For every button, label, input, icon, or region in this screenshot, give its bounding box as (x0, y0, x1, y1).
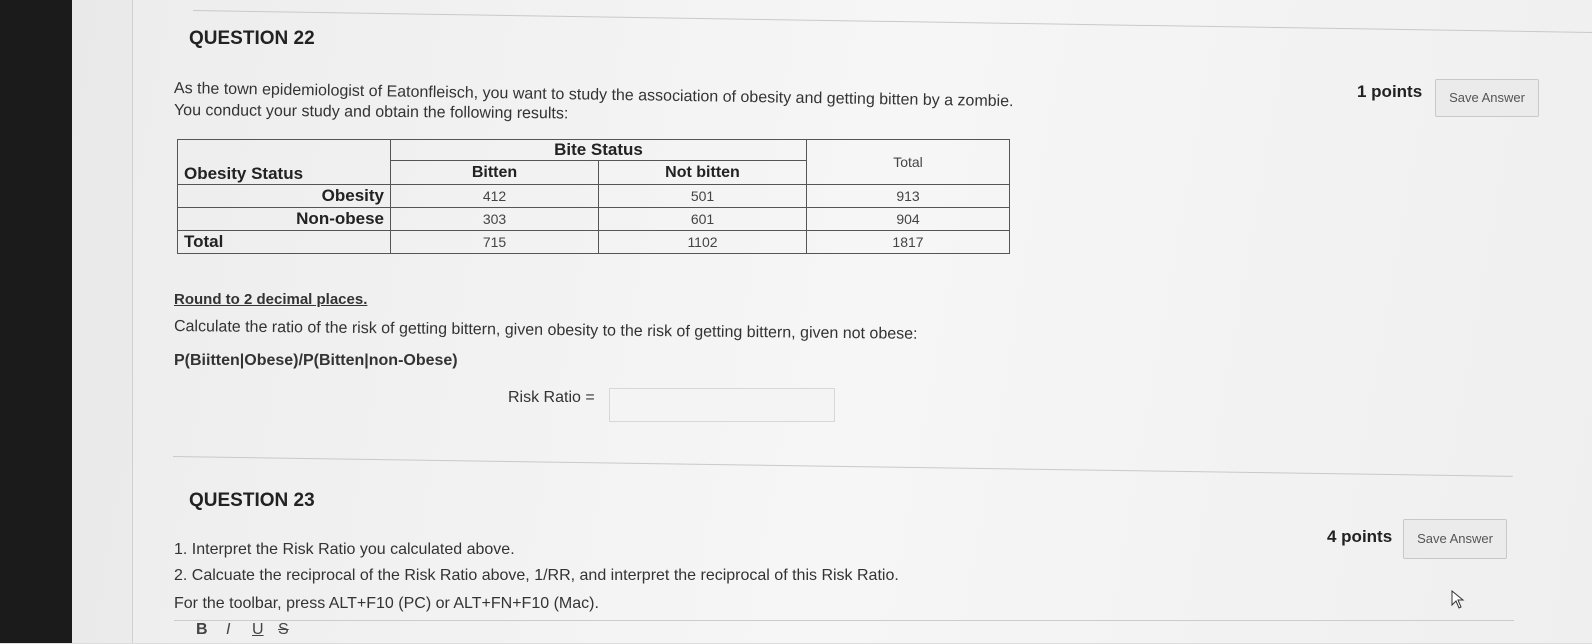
cell-not-bitten: 1102 (598, 230, 807, 254)
col-group-bite-status: Bite Status (390, 138, 807, 162)
cell-total: 904 (806, 207, 1010, 231)
cell-bitten: 303 (390, 207, 599, 231)
toolbar-hint: For the toolbar, press ALT+F10 (PC) or A… (174, 595, 599, 612)
cell-not-bitten: 501 (598, 184, 807, 208)
table-row: Obesity 412 501 913 (177, 184, 1010, 208)
col-header-bitten: Bitten (390, 160, 599, 185)
save-answer-button-q23[interactable]: Save Answer (1403, 519, 1507, 559)
question-22-points: 1 points (1357, 82, 1423, 101)
device-bezel (0, 0, 72, 643)
results-table: Obesity Status Bite Status Total Bitten … (177, 138, 1010, 254)
risk-ratio-label: Risk Ratio = (508, 389, 595, 406)
bold-button[interactable]: B (196, 621, 208, 639)
editor-toolbar: B I U S (174, 620, 1514, 644)
browser-screen: QUESTION 22 As the town epidemiologist o… (72, 0, 1592, 643)
question-22-instruction: Calculate the ratio of the risk of getti… (173, 318, 918, 343)
strikethrough-button[interactable]: S (278, 621, 289, 639)
question-22-title: QUESTION 22 (189, 28, 315, 49)
question-23-item-1: 1. Interpret the Risk Ratio you calculat… (174, 541, 515, 558)
risk-ratio-input[interactable] (609, 388, 835, 422)
cell-total: 913 (806, 184, 1010, 208)
question-23-points: 4 points (1327, 527, 1393, 546)
question-23-item-2: 2. Calcuate the reciprocal of the Risk R… (174, 567, 899, 584)
top-divider (192, 10, 1592, 33)
cell-bitten: 715 (390, 230, 599, 254)
assessment-page: QUESTION 22 As the town epidemiologist o… (132, 0, 1592, 643)
risk-formula: P(Biitten|Obese)/P(Bitten|non-Obese) (174, 352, 458, 369)
row-header-obesity-status: Obesity Status (177, 139, 391, 185)
cell-bitten: 412 (390, 184, 599, 208)
row-label: Total (177, 230, 391, 254)
col-header-total: Total (806, 139, 1010, 185)
round-note: Round to 2 decimal places. (174, 291, 368, 308)
row-label: Obesity (177, 184, 391, 208)
table-row: Total 715 1102 1817 (177, 230, 1010, 254)
row-label: Non-obese (177, 207, 391, 231)
italic-button[interactable]: I (226, 621, 230, 639)
cell-total: 1817 (806, 230, 1010, 254)
table-row: Non-obese 303 601 904 (177, 207, 1010, 231)
col-header-not-bitten: Not bitten (598, 160, 807, 185)
question-22-intro-line-2: You conduct your study and obtain the fo… (173, 102, 569, 123)
cell-not-bitten: 601 (598, 207, 807, 231)
underline-button[interactable]: U (252, 621, 264, 639)
question-divider (172, 456, 1513, 477)
mouse-cursor-icon (1451, 590, 1465, 609)
question-23-title: QUESTION 23 (189, 490, 315, 511)
save-answer-button-q22[interactable]: Save Answer (1435, 79, 1539, 117)
